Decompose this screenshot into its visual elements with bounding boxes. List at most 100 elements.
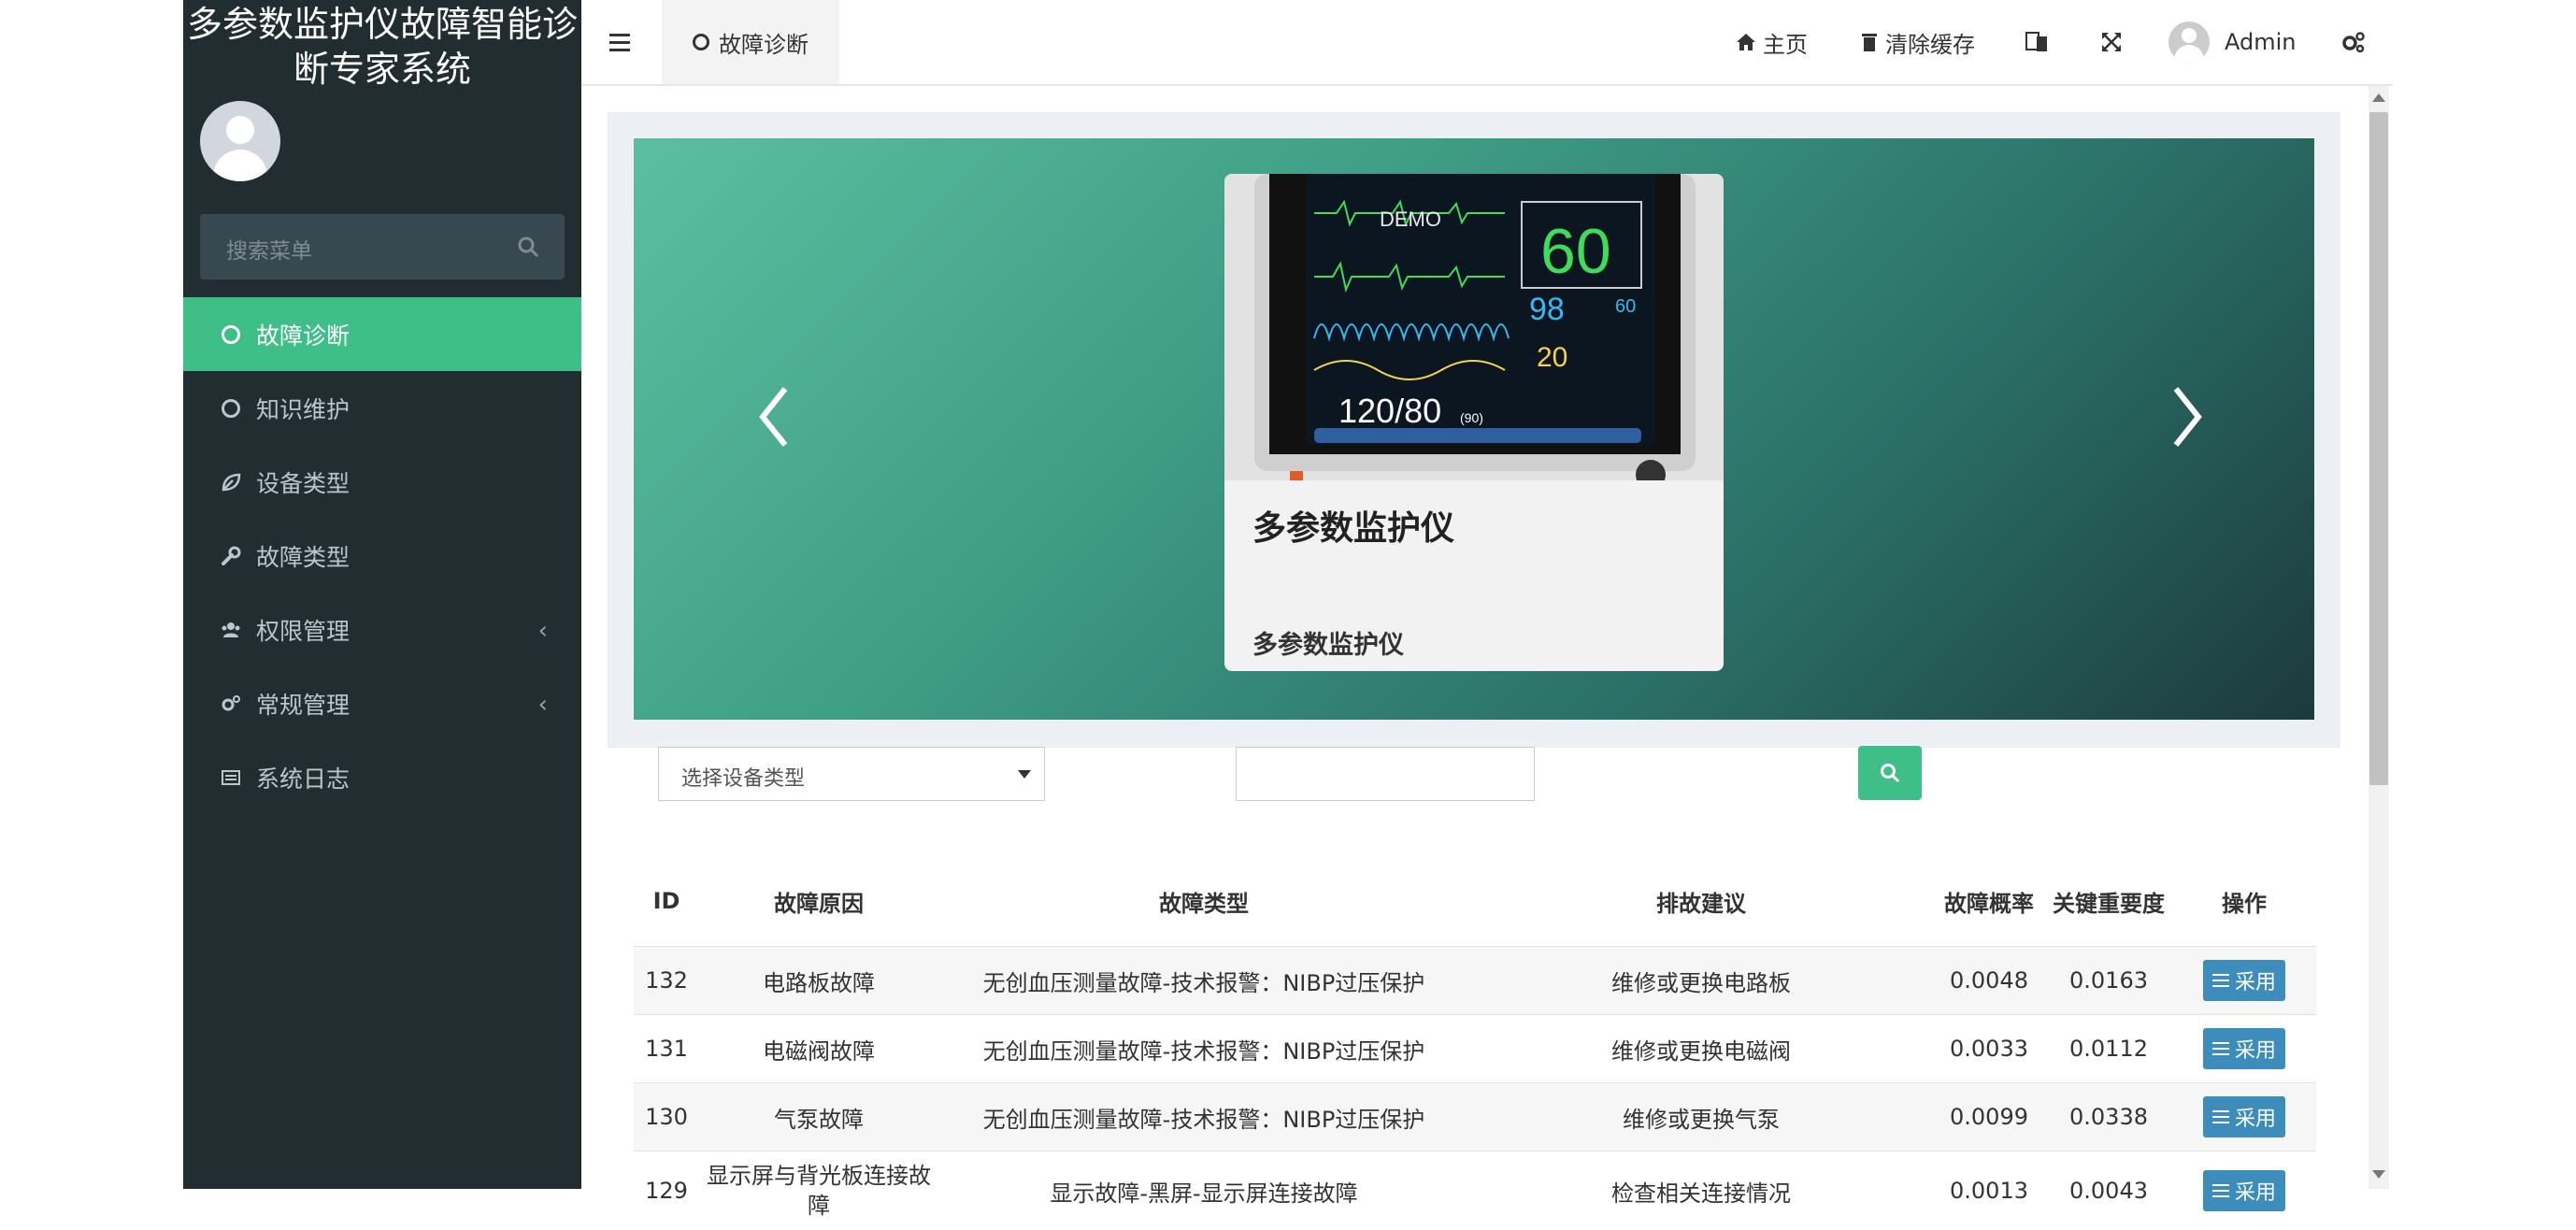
cell-advice: 维修或更换电磁阀 (1611, 1037, 1791, 1065)
col-header-probability: 故障概率 (1944, 890, 2034, 917)
monitor-spo2: 98 (1529, 292, 1565, 327)
sidebar-item-knowledge[interactable]: 知识维护 (183, 371, 581, 445)
adopt-button[interactable]: 采用 (2202, 1028, 2285, 1069)
cell-reason: 显示屏与背光板连接故障 (707, 1163, 931, 1219)
search-icon[interactable] (516, 235, 540, 259)
caret-down-icon (1018, 770, 1031, 779)
user-name: Admin (2225, 29, 2297, 55)
cell-action: 采用 (2172, 1096, 2316, 1137)
clear-cache-button[interactable]: 清除缓存 (1859, 0, 1975, 84)
cell-reason: 电路板故障 (763, 969, 875, 996)
fullscreen-icon (2102, 33, 2121, 51)
table-row: 131 电磁阀故障 无创血压测量故障-技术报警：NIBP过压保护 维修或更换电磁… (634, 1014, 2316, 1082)
cell-reason: 气泵故障 (774, 1106, 864, 1133)
device-type-select-value: 选择设备类型 (681, 767, 806, 791)
adopt-label: 采用 (2234, 971, 2276, 994)
adopt-button[interactable]: 采用 (2202, 1096, 2285, 1137)
user-menu[interactable]: Admin (2168, 0, 2297, 84)
sidebar-menu: 故障诊断 知识维护 设备类型 故障类型 权限管理 ‹ 常规管理 ‹ 系统日志 (183, 297, 581, 814)
cell-advice: 维修或更换电路板 (1611, 969, 1791, 996)
sidebar-item-device-type[interactable]: 设备类型 (183, 445, 581, 519)
cogs-icon (2342, 32, 2365, 53)
sidebar-item-system-log[interactable]: 系统日志 (183, 740, 581, 814)
fullscreen-button[interactable] (2099, 0, 2124, 84)
carousel-next-icon[interactable] (2163, 379, 2210, 454)
adopt-button[interactable]: 采用 (2202, 1170, 2285, 1211)
users-icon (221, 620, 241, 640)
cogs-icon (221, 694, 241, 714)
sidebar-item-label: 知识维护 (256, 395, 351, 423)
cell-action: 采用 (2172, 960, 2316, 1001)
col-header-advice: 排故建议 (1656, 890, 1746, 917)
tab-label: 故障诊断 (719, 31, 809, 58)
circle-icon (693, 34, 709, 50)
avatar (2168, 21, 2210, 63)
adopt-label: 采用 (2234, 1039, 2276, 1063)
language-button[interactable] (2025, 0, 2051, 84)
col-header-id: ID (652, 888, 680, 914)
cell-type: 无创血压测量故障-技术报警：NIBP过压保护 (982, 969, 1425, 996)
sidebar-item-fault-diagnosis[interactable]: 故障诊断 (183, 297, 581, 371)
settings-button[interactable] (2340, 0, 2367, 84)
sidebar-item-fault-type[interactable]: 故障类型 (183, 519, 581, 593)
user-avatar (200, 101, 280, 181)
home-link[interactable]: 主页 (1735, 0, 1808, 84)
sidebar-item-label: 系统日志 (256, 765, 351, 793)
tab-fault-diagnosis[interactable]: 故障诊断 (662, 0, 839, 84)
home-icon (1737, 34, 1755, 50)
carousel-prev-icon[interactable] (751, 379, 798, 454)
table-row: 129 显示屏与背光板连接故障 显示故障-黑屏-显示屏连接故障 检查相关连接情况… (634, 1151, 2316, 1230)
sidebar-item-permissions[interactable]: 权限管理 ‹ (183, 593, 581, 666)
keyword-input[interactable] (1236, 747, 1535, 801)
scroll-up-icon[interactable] (2372, 93, 2385, 102)
sidebar-item-general[interactable]: 常规管理 ‹ (183, 666, 581, 740)
fault-table: ID 故障原因 故障类型 排故建议 故障概率 关键重要度 操作 132 电路板故… (634, 856, 2316, 1230)
cell-reason: 电磁阀故障 (763, 1037, 875, 1065)
cell-probability: 0.0048 (1950, 967, 2028, 994)
home-label: 主页 (1763, 31, 1808, 58)
card-title: 多参数监护仪 (1252, 509, 1455, 548)
device-type-select[interactable]: 选择设备类型 (658, 747, 1045, 801)
list-icon (2211, 974, 2229, 987)
carousel-card[interactable]: DEMO 60 98 60 20 120/80 (90) 多参数监护仪 多参数监… (1224, 174, 1724, 671)
card-subtitle: 多参数监护仪 (1252, 631, 1404, 660)
table-row: 130 气泵故障 无创血压测量故障-技术报警：NIBP过压保护 维修或更换气泵 … (634, 1082, 2316, 1151)
cell-id: 132 (645, 967, 688, 994)
adopt-button[interactable]: 采用 (2202, 960, 2285, 1001)
image-carousel: DEMO 60 98 60 20 120/80 (90) 多参数监护仪 多参数监… (634, 138, 2314, 720)
cell-probability: 0.0099 (1950, 1104, 2028, 1130)
adopt-label: 采用 (2234, 1181, 2276, 1205)
sidebar-search-placeholder[interactable]: 搜索菜单 (226, 233, 312, 265)
sidebar-item-label: 设备类型 (256, 469, 351, 497)
leaf-icon (221, 472, 241, 493)
list-icon (2211, 1184, 2229, 1197)
menu-toggle-icon[interactable] (606, 26, 637, 58)
list-icon (2211, 1110, 2229, 1123)
col-header-type: 故障类型 (1159, 890, 1249, 917)
cell-id: 131 (645, 1036, 688, 1062)
cell-action: 采用 (2172, 1028, 2316, 1069)
col-header-importance: 关键重要度 (2053, 890, 2165, 917)
cell-advice: 维修或更换气泵 (1623, 1106, 1780, 1133)
search-button[interactable] (1858, 746, 1922, 800)
monitor-brand: DEMO (1380, 207, 1441, 231)
trash-icon (1862, 34, 1877, 51)
table-header-row: ID 故障原因 故障类型 排故建议 故障概率 关键重要度 操作 (634, 856, 2316, 946)
cell-importance: 0.0112 (2069, 1036, 2148, 1062)
monitor-map: (90) (1460, 410, 1483, 425)
monitor-image: DEMO 60 98 60 20 120/80 (90) (1224, 174, 1724, 490)
sidebar: 多参数监护仪故障智能诊断专家系统 搜索菜单 故障诊断 知识维护 设备类型 故障类… (183, 0, 581, 1189)
scroll-down-icon[interactable] (2372, 1170, 2385, 1179)
col-header-reason: 故障原因 (774, 890, 864, 917)
monitor-hr: 60 (1540, 216, 1611, 287)
cell-importance: 0.0043 (2069, 1178, 2148, 1204)
sidebar-item-label: 故障类型 (256, 543, 351, 571)
list-icon (221, 767, 241, 788)
cell-type: 无创血压测量故障-技术报警：NIBP过压保护 (982, 1106, 1425, 1133)
monitor-bp: 120/80 (1338, 392, 1441, 430)
cell-advice: 检查相关连接情况 (1611, 1180, 1791, 1207)
scrollbar-thumb[interactable] (2369, 112, 2388, 785)
language-icon (2025, 32, 2047, 51)
cell-probability: 0.0033 (1950, 1036, 2028, 1062)
sidebar-search[interactable]: 搜索菜单 (200, 214, 565, 279)
